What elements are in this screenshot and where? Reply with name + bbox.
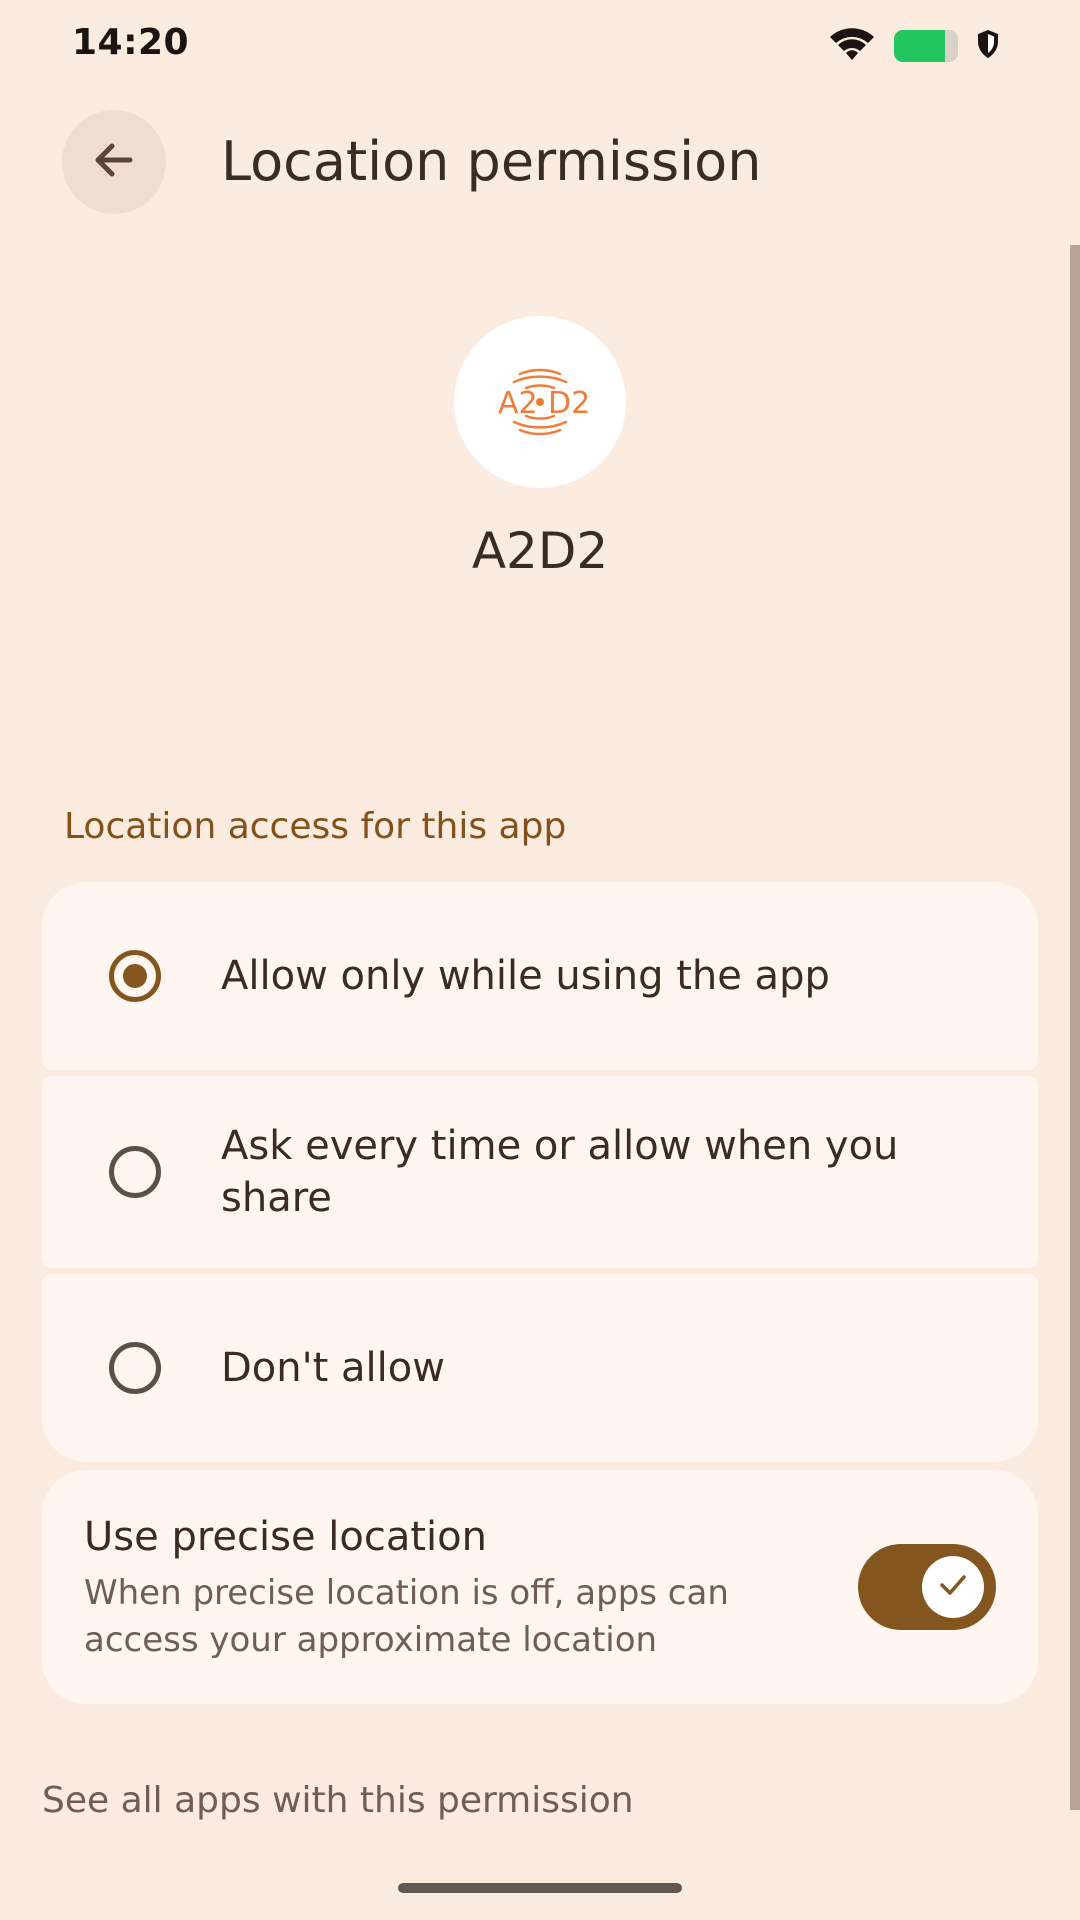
back-button[interactable] [62, 110, 166, 214]
precise-location-title: Use precise location [84, 1514, 487, 1560]
check-icon [936, 1568, 970, 1606]
option-label: Allow only while using the app [221, 953, 830, 999]
precise-location-toggle[interactable] [858, 1544, 996, 1630]
status-time: 14:20 [72, 22, 190, 63]
precise-location-description: When precise location is off, apps can a… [84, 1573, 729, 1660]
status-bar: 14:20 [0, 0, 1080, 90]
radio-button-selected[interactable] [109, 950, 161, 1002]
option-ask-every-time[interactable]: Ask every time or allow when you share [42, 1076, 1038, 1268]
see-all-apps-link[interactable]: See all apps with this permission [42, 1780, 634, 1821]
home-indicator[interactable] [398, 1883, 682, 1893]
a2d2-logo-icon: A2 D2 [498, 368, 590, 436]
page-title: Location permission [221, 130, 762, 193]
logo-text-left: A2 [498, 386, 538, 421]
wifi-icon [828, 24, 876, 68]
logo-text-right: D2 [548, 386, 590, 421]
toggle-thumb [922, 1556, 984, 1618]
app-name: A2D2 [471, 522, 609, 580]
radio-dot [123, 964, 147, 988]
option-allow-while-using[interactable]: Allow only while using the app [42, 882, 1038, 1070]
app-bar: Location permission [0, 110, 1080, 214]
radio-button[interactable] [109, 1146, 161, 1198]
precise-location-card[interactable]: Use precise location When precise locati… [42, 1470, 1038, 1704]
battery-level [894, 30, 946, 62]
shield-icon [976, 29, 1000, 63]
section-header: Location access for this app [64, 806, 567, 847]
scrollbar[interactable] [1070, 245, 1080, 1810]
status-icons [828, 24, 1000, 68]
option-label: Ask every time or allow when you share [221, 1123, 899, 1221]
option-label: Don't allow [221, 1345, 445, 1391]
option-dont-allow[interactable]: Don't allow [42, 1274, 1038, 1462]
app-icon: A2 D2 [454, 316, 626, 488]
radio-button[interactable] [109, 1342, 161, 1394]
arrow-left-icon [90, 136, 138, 188]
battery-icon [894, 30, 958, 62]
